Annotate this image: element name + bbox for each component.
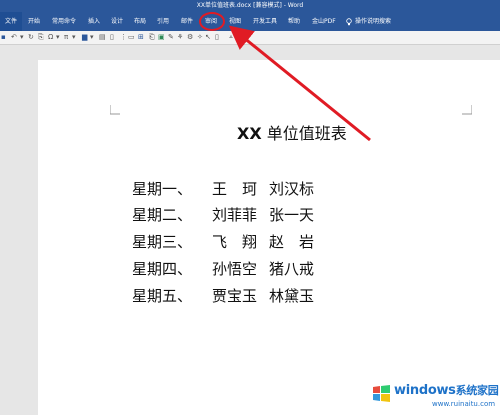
watermark: windows系统家园 www.ruinaitu.com: [372, 382, 499, 412]
annotation-arrow-icon: [228, 25, 371, 142]
windows-logo-icon: [373, 385, 390, 402]
watermark-brand-name: windows: [394, 383, 456, 398]
watermark-brand: windows系统家园: [394, 382, 499, 398]
watermark-url: www.ruinaitu.com: [432, 400, 496, 408]
watermark-brand-suffix: 系统家园: [455, 384, 499, 397]
